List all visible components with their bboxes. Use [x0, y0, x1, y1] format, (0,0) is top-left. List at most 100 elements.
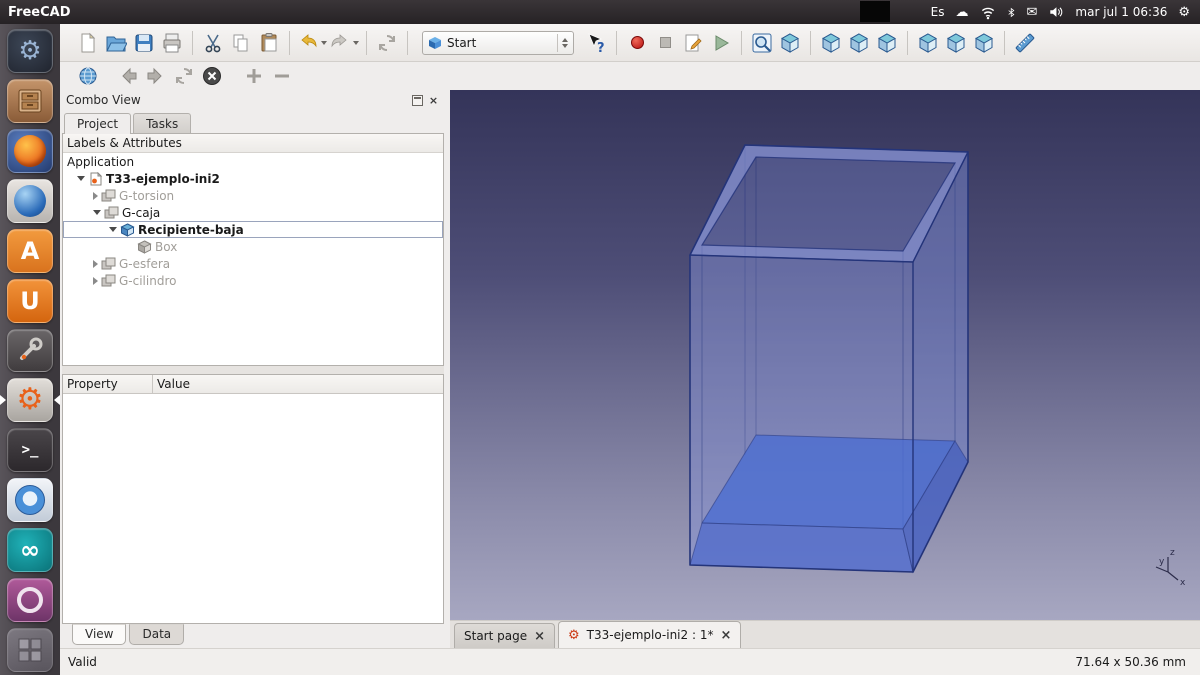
print-button[interactable] [159, 29, 185, 57]
view-rear-button[interactable] [915, 29, 941, 57]
tab-start-page[interactable]: Start page × [454, 623, 555, 648]
open-document-button[interactable] [103, 29, 129, 57]
view-front-button[interactable] [818, 29, 844, 57]
3d-viewport[interactable]: z y x [450, 90, 1200, 620]
tab-data[interactable]: Data [129, 624, 184, 645]
tree-item-g-cilindro[interactable]: G-cilindro [63, 272, 443, 289]
zoom-out-button[interactable] [269, 64, 295, 88]
clock[interactable]: mar jul 1 06:36 [1075, 5, 1167, 19]
question-icon: ? [597, 41, 605, 54]
network-icon[interactable] [980, 5, 996, 20]
volume-icon[interactable] [1048, 5, 1064, 19]
nav-refresh-button[interactable] [171, 64, 197, 88]
redo-button[interactable] [329, 29, 359, 57]
nav-back-button[interactable] [115, 64, 141, 88]
tree-item-recipiente-baja[interactable]: Recipiente-baja [63, 221, 443, 238]
tree-item-application[interactable]: Application [63, 153, 443, 170]
main-toolbar: Start ? [60, 24, 1200, 62]
launcher-item-chromium[interactable] [7, 478, 53, 522]
view-top-button[interactable] [846, 29, 872, 57]
expander-open-icon[interactable] [93, 210, 101, 215]
tab-project[interactable]: Project [64, 113, 131, 134]
expander-closed-icon[interactable] [93, 277, 98, 285]
macro-edit-button[interactable] [680, 29, 706, 57]
zoom-in-button[interactable] [241, 64, 267, 88]
axonometric-view-button[interactable] [777, 29, 803, 57]
play-icon [710, 32, 732, 54]
paste-button[interactable] [256, 29, 282, 57]
toolbar-separator [616, 31, 617, 55]
whats-this-button[interactable]: ? [583, 29, 609, 57]
close-tab-icon[interactable]: × [720, 629, 731, 642]
tab-document-t33[interactable]: ⚙ T33-ejemplo-ini2 : 1* × [558, 621, 741, 648]
web-home-button[interactable] [75, 64, 101, 88]
launcher-item-media-app[interactable] [7, 578, 53, 622]
mail-icon[interactable]: ✉ [1027, 6, 1038, 19]
close-tab-icon[interactable]: × [534, 630, 545, 643]
cloud-sync-icon[interactable]: ☁ [956, 6, 969, 19]
box-icon [137, 240, 152, 254]
tab-tasks[interactable]: Tasks [133, 113, 191, 133]
nav-stop-button[interactable] [199, 64, 225, 88]
save-document-button[interactable] [131, 29, 157, 57]
panel-splitter[interactable] [62, 366, 444, 374]
new-document-button[interactable] [75, 29, 101, 57]
view-bottom-cube-icon [945, 32, 967, 54]
expander-closed-icon[interactable] [93, 192, 98, 200]
globe-icon [77, 65, 99, 87]
undo-button[interactable] [297, 29, 327, 57]
back-arrow-icon [117, 65, 139, 87]
bluetooth-icon[interactable] [1007, 5, 1016, 20]
launcher-item-freecad[interactable]: ⚙ [7, 378, 53, 422]
view-right-button[interactable] [874, 29, 900, 57]
float-panel-icon[interactable] [412, 95, 423, 106]
tree-item-document[interactable]: T33-ejemplo-ini2 [63, 170, 443, 187]
launcher-item-workspace-switcher[interactable] [7, 628, 53, 672]
property-column-header: Property [63, 375, 153, 393]
combo-view-panel: Combo View × Project Tasks Labels & Attr… [60, 90, 446, 648]
expander-open-icon[interactable] [109, 227, 117, 232]
macro-record-button[interactable] [624, 29, 650, 57]
macro-stop-button[interactable] [652, 29, 678, 57]
launcher-item-terminal[interactable]: >_ [7, 428, 53, 472]
view-bottom-button[interactable] [943, 29, 969, 57]
launcher-item-software-center[interactable]: A [7, 229, 53, 273]
cut-button[interactable] [200, 29, 226, 57]
session-gear-icon[interactable]: ⚙ [1178, 6, 1190, 19]
measure-distance-button[interactable] [1012, 29, 1038, 57]
axis-x-label: x [1180, 578, 1186, 588]
ubuntu-one-icon: U [20, 287, 40, 315]
macro-play-button[interactable] [708, 29, 734, 57]
nav-forward-button[interactable] [143, 64, 169, 88]
workspace-switcher-icon [17, 637, 43, 663]
expander-open-icon[interactable] [77, 176, 85, 181]
tab-view[interactable]: View [72, 624, 126, 645]
refresh-button[interactable] [374, 29, 400, 57]
edit-macro-icon [682, 32, 704, 54]
workbench-selector[interactable]: Start [422, 31, 574, 55]
refresh-icon [376, 32, 398, 54]
tree-item-box[interactable]: Box [63, 238, 443, 255]
property-table-body[interactable] [63, 394, 443, 623]
tree-item-g-esfera[interactable]: G-esfera [63, 255, 443, 272]
launcher-item-dash-home[interactable]: ⚙ [7, 29, 53, 73]
view-left-button[interactable] [971, 29, 997, 57]
launcher-item-system-settings[interactable] [7, 329, 53, 373]
launcher-item-firefox[interactable] [7, 129, 53, 173]
tree-item-g-torsion[interactable]: G-torsion [63, 187, 443, 204]
launcher-item-arduino[interactable]: ∞ [7, 528, 53, 572]
launcher-item-web-browser[interactable] [7, 179, 53, 223]
tree-item-g-caja[interactable]: G-caja [63, 204, 443, 221]
firefox-icon [14, 135, 46, 167]
launcher-item-ubuntu-one[interactable]: U [7, 279, 53, 323]
window-title: FreeCAD [8, 5, 71, 20]
redo-icon [329, 32, 351, 54]
launcher-item-file-manager[interactable] [7, 79, 53, 123]
keyboard-layout-indicator[interactable]: Es [931, 5, 945, 19]
close-panel-icon[interactable]: × [427, 95, 440, 106]
copy-button[interactable] [228, 29, 254, 57]
desktop: FreeCAD Es ☁ ✉ mar jul 1 06:36 ⚙ ⚙ [0, 0, 1200, 675]
fit-all-button[interactable] [749, 29, 775, 57]
model-recipiente-baja[interactable] [690, 145, 968, 572]
expander-closed-icon[interactable] [93, 260, 98, 268]
